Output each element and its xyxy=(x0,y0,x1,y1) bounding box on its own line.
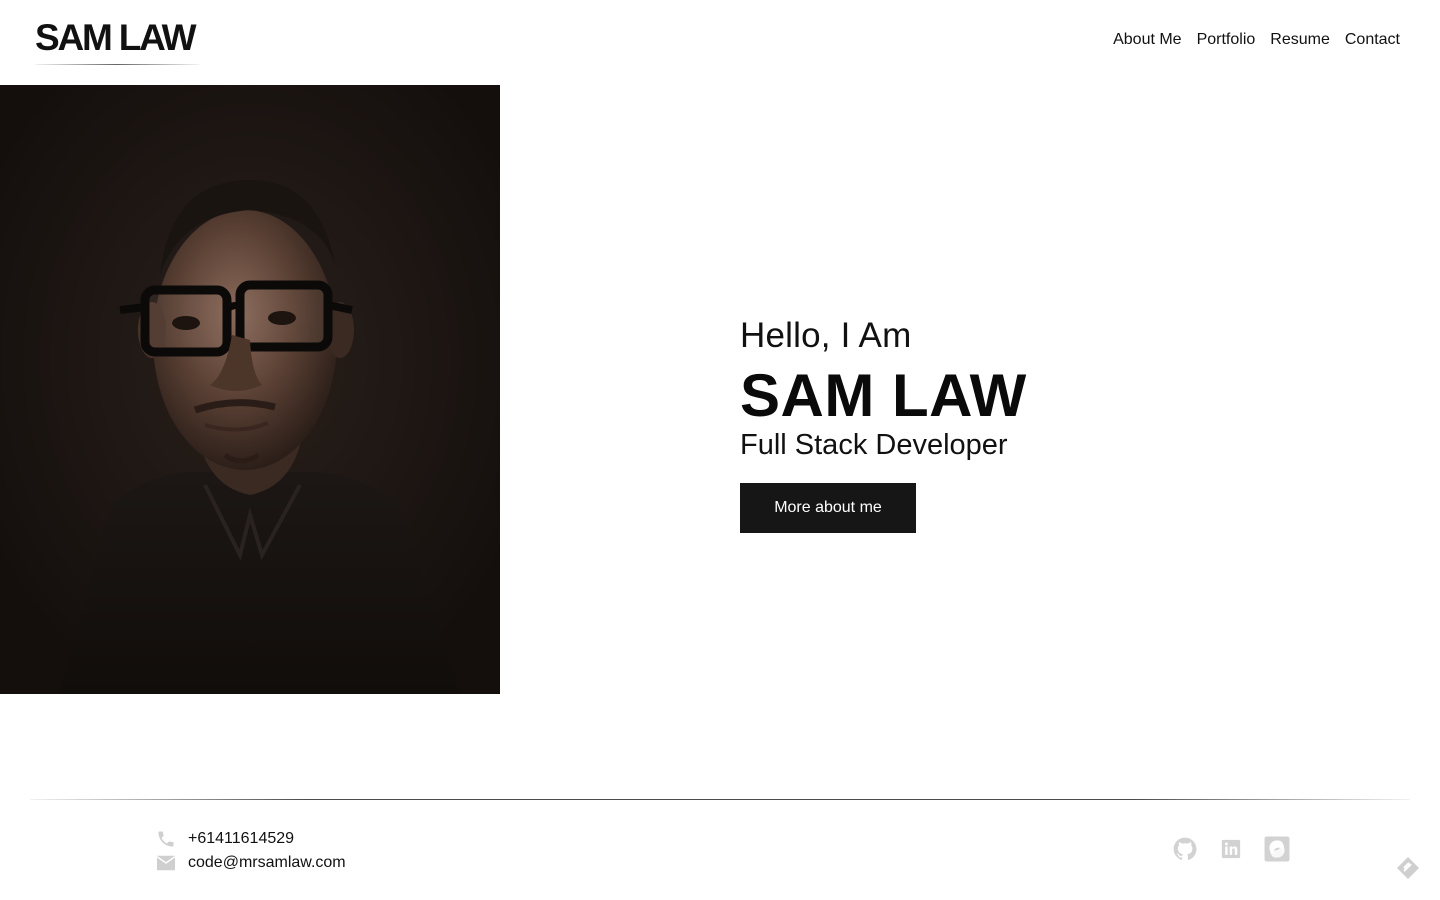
site-logo[interactable]: SAM LAW xyxy=(35,18,201,65)
phone-link[interactable]: +61411614529 xyxy=(188,830,294,848)
social-links xyxy=(1172,836,1290,862)
hero-role: Full Stack Developer xyxy=(740,429,1008,461)
logo-text: SAM LAW xyxy=(35,17,197,58)
github-icon[interactable] xyxy=(1172,836,1198,862)
email-link[interactable]: code@mrsamlaw.com xyxy=(188,854,346,872)
nav-about-me[interactable]: About Me xyxy=(1113,30,1181,50)
profile-portrait xyxy=(0,85,500,694)
email-icon xyxy=(155,853,177,873)
codepen-icon[interactable] xyxy=(1264,836,1290,862)
nav-contact[interactable]: Contact xyxy=(1345,30,1400,50)
nav-resume[interactable]: Resume xyxy=(1270,30,1330,50)
hero-greeting: Hello, I Am xyxy=(740,316,912,355)
nav-portfolio[interactable]: Portfolio xyxy=(1197,30,1256,50)
feedback-icon[interactable] xyxy=(1395,855,1421,881)
phone-row: +61411614529 xyxy=(155,827,346,851)
email-row: code@mrsamlaw.com xyxy=(155,851,346,875)
main-nav: About Me Portfolio Resume Contact xyxy=(1113,30,1400,50)
contact-info: +61411614529 code@mrsamlaw.com xyxy=(155,827,346,875)
more-about-me-button[interactable]: More about me xyxy=(740,483,916,533)
logo-underline xyxy=(35,64,199,65)
hero-section: Hello, I Am SAM LAW Full Stack Developer… xyxy=(740,316,1027,533)
portrait-illustration xyxy=(0,85,500,694)
linkedin-icon[interactable] xyxy=(1218,836,1244,862)
phone-icon xyxy=(155,829,177,849)
footer-divider xyxy=(30,799,1410,800)
hero-name: SAM LAW xyxy=(740,362,1027,429)
